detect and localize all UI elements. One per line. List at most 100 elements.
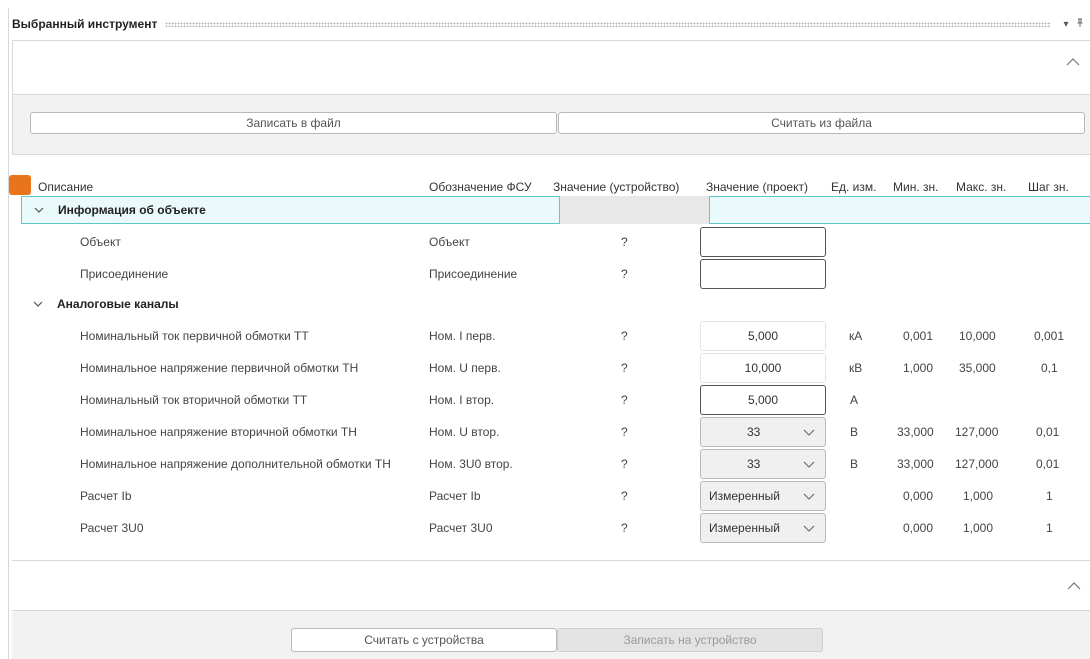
bottom-collapsible-area [12, 560, 1090, 610]
table-row: Объект Объект ? [9, 226, 1090, 258]
row-fsu: Ном. 3U0 втор. [429, 457, 513, 471]
dropdown-arrow-icon[interactable]: ▾ [1059, 19, 1073, 30]
read-from-file-button[interactable]: Считать из файла [558, 112, 1085, 134]
chevron-down-icon [803, 429, 815, 436]
row-fsu: Ном. I перв. [429, 329, 496, 343]
header-description: Описание [38, 180, 94, 194]
file-toolbar: Записать в файл Считать из файла [12, 95, 1090, 155]
table-row: Номинальное напряжение первичной обмотки… [9, 352, 1090, 384]
row-description: Номинальный ток первичной обмотки ТТ [80, 329, 309, 343]
write-to-device-button[interactable]: Записать на устройство [557, 628, 823, 652]
row-device-value: ? [621, 425, 628, 439]
row-min: 0,000 [903, 521, 934, 535]
row-unit: В [850, 457, 859, 471]
row-max: 1,000 [963, 521, 994, 535]
row-max: 10,000 [959, 329, 996, 343]
select-value: Измеренный [709, 489, 780, 503]
row-device-value: ? [621, 361, 628, 375]
header-step: Шаг зн. [1028, 180, 1069, 194]
row-device-value: ? [621, 393, 628, 407]
chevron-down-icon [803, 525, 815, 532]
select-value: 33 [747, 457, 761, 471]
chevron-down-icon [803, 493, 815, 500]
row-description: Объект [80, 235, 121, 249]
row-unit: кВ [849, 361, 863, 375]
row-step: 1 [1046, 489, 1053, 503]
status-indicator [9, 175, 31, 195]
group-device-cell [559, 196, 710, 224]
row-description: Присоединение [80, 267, 169, 281]
chevron-down-icon [803, 461, 815, 468]
row-fsu: Ном. I втор. [429, 393, 495, 407]
row-step: 0,01 [1036, 457, 1060, 471]
row-step: 1 [1046, 521, 1053, 535]
row-max: 127,000 [955, 457, 999, 471]
table-row: Присоединение Присоединение ? [9, 258, 1090, 290]
row-description: Номинальное напряжение первичной обмотки… [80, 361, 359, 375]
row-fsu: Ном. U втор. [429, 425, 500, 439]
row-device-value: ? [621, 457, 628, 471]
row-step: 0,1 [1041, 361, 1058, 375]
project-value-input[interactable]: 5,000 [700, 321, 826, 351]
selected-tool-panel: Выбранный инструмент ▾ Записать в файл С… [8, 8, 1090, 659]
group-row-analog-channels[interactable]: Аналоговые каналы [21, 290, 1090, 318]
select-value: 33 [747, 425, 761, 439]
row-step: 0,01 [1036, 425, 1060, 439]
row-fsu: Расчет Ib [429, 489, 481, 503]
row-max: 1,000 [963, 489, 994, 503]
row-min: 0,001 [903, 329, 934, 343]
project-value-select[interactable]: 33 [700, 449, 826, 479]
chevron-down-icon[interactable] [31, 297, 45, 311]
row-unit: В [850, 425, 859, 439]
row-description: Номинальное напряжение дополнительной об… [80, 457, 391, 471]
row-step: 0,001 [1034, 329, 1065, 343]
header-min: Мин. зн. [893, 180, 939, 194]
row-fsu: Присоединение [429, 267, 518, 281]
drag-grip[interactable] [165, 21, 1051, 27]
project-value-input[interactable]: 10,000 [700, 353, 826, 383]
row-device-value: ? [621, 489, 628, 503]
panel-titlebar: Выбранный инструмент ▾ [9, 12, 1090, 36]
table-row: Расчет 3U0 Расчет 3U0 ? Измеренный 0,000… [9, 512, 1090, 544]
project-value-select[interactable]: Измеренный [700, 513, 826, 543]
header-value-device: Значение (устройство) [553, 180, 680, 194]
chevron-up-icon[interactable] [1067, 579, 1081, 593]
header-fsu: Обозначение ФСУ [429, 180, 532, 194]
row-device-value: ? [621, 521, 628, 535]
table-row: Номинальный ток вторичной обмотки ТТ Ном… [9, 384, 1090, 416]
group-row-object-info[interactable]: Информация об объекте [21, 196, 1090, 224]
table-row: Номинальное напряжение вторичной обмотки… [9, 416, 1090, 448]
group-label: Информация об объекте [58, 203, 206, 217]
row-device-value: ? [621, 329, 628, 343]
row-fsu: Расчет 3U0 [429, 521, 493, 535]
project-value-select[interactable]: 33 [700, 417, 826, 447]
top-collapsible-area [12, 40, 1090, 95]
header-value-project: Значение (проект) [706, 180, 808, 194]
write-to-file-button[interactable]: Записать в файл [30, 112, 557, 134]
select-value: Измеренный [709, 521, 780, 535]
group-label: Аналоговые каналы [57, 297, 179, 311]
row-unit: А [850, 393, 859, 407]
row-description: Номинальный ток вторичной обмотки ТТ [80, 393, 308, 407]
header-unit: Ед. изм. [831, 180, 877, 194]
row-min: 33,000 [897, 425, 934, 439]
header-max: Макс. зн. [956, 180, 1007, 194]
read-from-device-button[interactable]: Считать с устройства [291, 628, 557, 652]
row-max: 127,000 [955, 425, 999, 439]
table-row: Номинальный ток первичной обмотки ТТ Ном… [9, 320, 1090, 352]
table-row: Расчет Ib Расчет Ib ? Измеренный 0,000 1… [9, 480, 1090, 512]
row-min: 33,000 [897, 457, 934, 471]
project-value-select[interactable]: Измеренный [700, 481, 826, 511]
row-device-value: ? [621, 235, 628, 249]
row-description: Номинальное напряжение вторичной обмотки… [80, 425, 357, 439]
project-value-input[interactable]: 5,000 [700, 385, 826, 415]
chevron-down-icon[interactable] [32, 203, 46, 217]
row-unit: кА [849, 329, 863, 343]
chevron-up-icon[interactable] [1066, 55, 1080, 69]
project-value-input[interactable] [700, 259, 826, 289]
row-fsu: Ном. U перв. [429, 361, 501, 375]
project-value-input[interactable] [700, 227, 826, 257]
row-min: 1,000 [903, 361, 934, 375]
pin-icon[interactable] [1073, 18, 1087, 31]
panel-title: Выбранный инструмент [12, 17, 158, 31]
